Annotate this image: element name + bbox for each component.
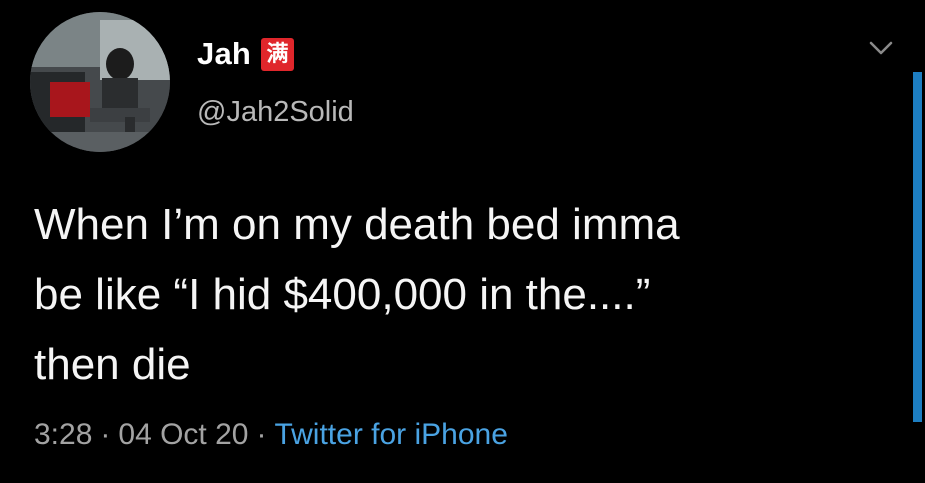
avatar[interactable] — [30, 12, 170, 152]
name-emoji-badge: 满 — [261, 37, 295, 71]
tweet-text: When I’m on my death bed imma be like “I… — [34, 190, 884, 400]
tweet-text-line: then die — [34, 340, 191, 389]
chevron-down-icon[interactable] — [868, 38, 894, 58]
tweet-time[interactable]: 3:28 — [34, 418, 92, 451]
meta-separator: · — [100, 418, 111, 451]
scroll-indicator — [913, 72, 922, 422]
meta-separator: · — [256, 418, 267, 451]
tweet-meta: 3:28 · 04 Oct 20 · Twitter for iPhone — [34, 418, 508, 452]
user-handle[interactable]: @Jah2Solid — [197, 96, 354, 129]
tweet-source-link[interactable]: Twitter for iPhone — [274, 418, 507, 451]
display-name-row: Jah 满 — [197, 34, 295, 74]
display-name[interactable]: Jah — [197, 36, 251, 72]
avatar-image — [30, 12, 170, 152]
tweet-text-line: be like “I hid $400,000 in the....” — [34, 270, 651, 319]
tweet-text-line: When I’m on my death bed imma — [34, 200, 680, 249]
tweet-date[interactable]: 04 Oct 20 — [118, 418, 248, 451]
tweet-card: Jah 满 @Jah2Solid When I’m on my death be… — [0, 0, 925, 483]
